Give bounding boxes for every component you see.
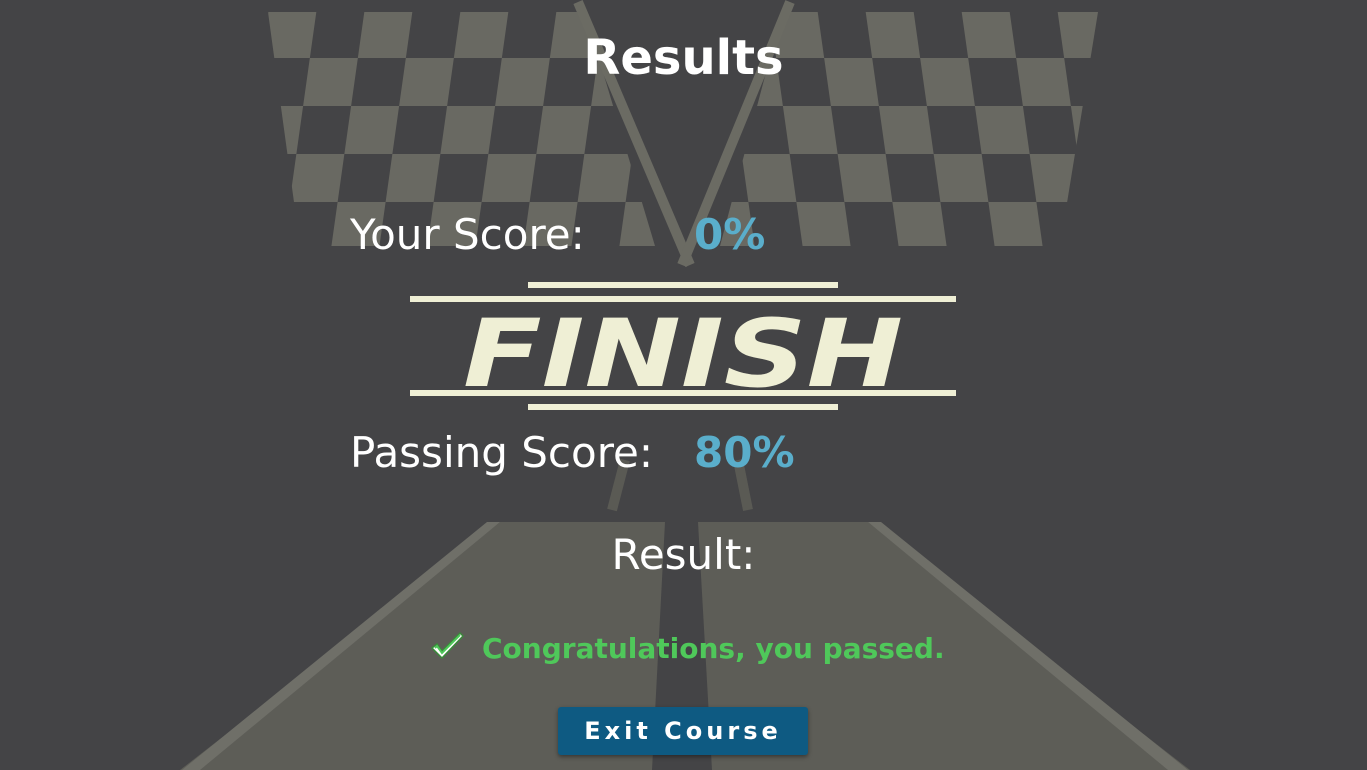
your-score-value: 0% [694,210,766,259]
passing-score-label: Passing Score: [350,428,654,477]
result-message: Congratulations, you passed. [482,631,945,665]
result-label: Result: [611,530,756,579]
your-score-label: Your Score: [350,210,585,259]
result-message-row: Congratulations, you passed. [430,628,945,668]
passing-score-value: 80% [694,428,795,477]
page-title: Results [583,30,784,86]
finish-banner-text: FINISH [463,300,903,409]
finish-banner: FINISH [410,282,956,410]
exit-course-button[interactable]: Exit Course [558,707,808,755]
checkmark-icon [430,631,465,665]
